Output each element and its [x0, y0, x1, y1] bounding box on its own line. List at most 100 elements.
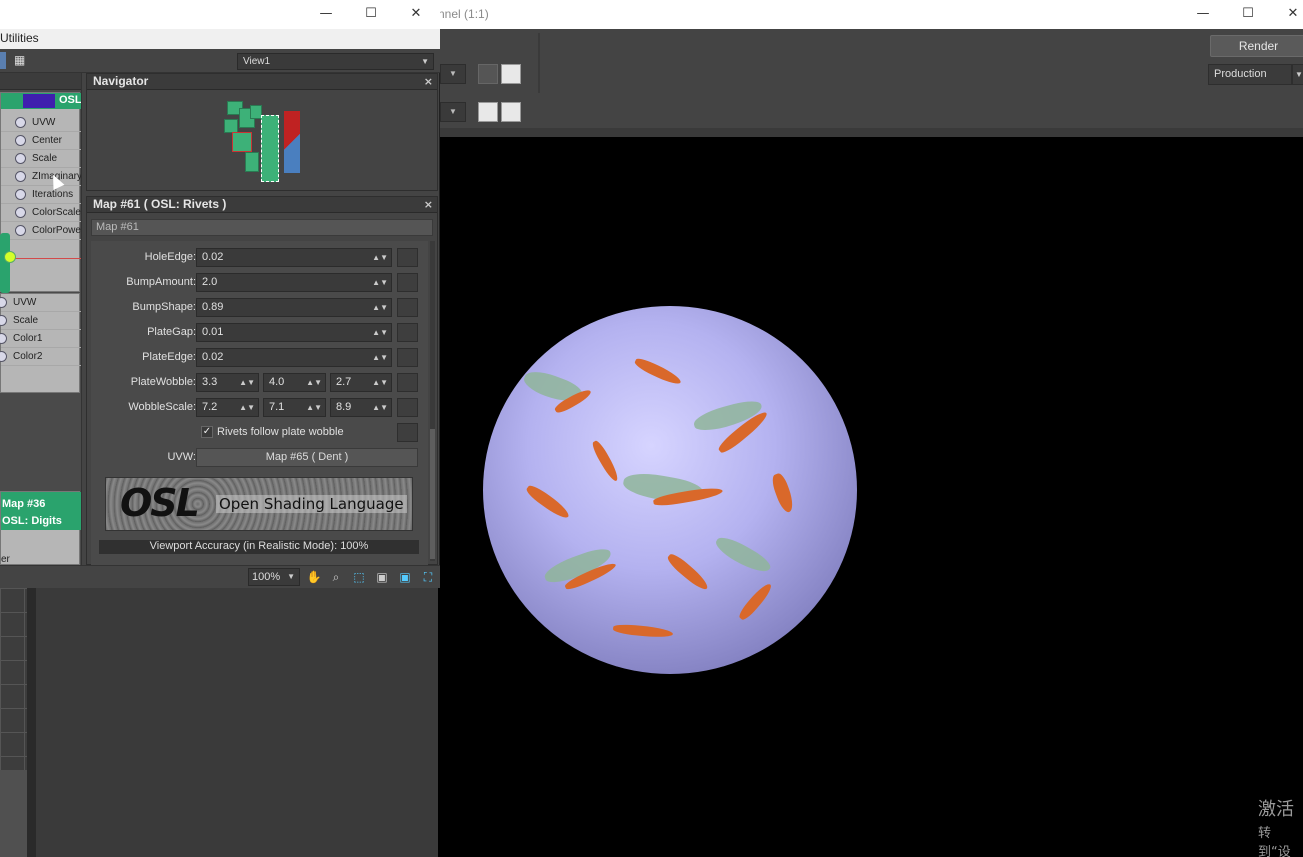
close-icon[interactable]: ×: [424, 197, 433, 212]
spinner-arrows-icon[interactable]: ▲▼: [372, 249, 388, 266]
platewobble-map-button[interactable]: [397, 373, 418, 392]
spinner-arrows-icon[interactable]: ▲▼: [306, 374, 322, 391]
spinner-arrows-icon[interactable]: ▲▼: [239, 374, 255, 391]
port-socket-icon[interactable]: [15, 153, 26, 164]
bumpamount-spinner[interactable]: 2.0 ▲▼: [196, 273, 392, 292]
port-socket-icon[interactable]: [15, 117, 26, 128]
plateedge-map-button[interactable]: [397, 348, 418, 367]
minimize-icon[interactable]: —: [1193, 4, 1213, 24]
node-view[interactable]: OSL UVW Center Scale ZImaginary Iteratio…: [0, 73, 82, 565]
wobblescale-y-spinner[interactable]: 7.1 ▲▼: [263, 398, 326, 417]
zoom-region-icon[interactable]: ⬚: [350, 568, 368, 586]
zoom-extents-icon[interactable]: ▣: [373, 568, 391, 586]
port-label: Scale: [13, 315, 39, 326]
zoom-magnifier-icon[interactable]: ⌕: [327, 568, 345, 586]
wobblescale-z-spinner[interactable]: 8.9 ▲▼: [330, 398, 392, 417]
viewport-grid: [0, 588, 27, 770]
render-button[interactable]: Render: [1210, 35, 1303, 57]
node-port-row[interactable]: ZImaginary: [1, 168, 81, 186]
chevron-down-icon[interactable]: ▼: [1292, 64, 1303, 85]
port-socket-icon[interactable]: [0, 315, 7, 326]
node-port-row[interactable]: Color1: [0, 330, 81, 348]
rivets-follow-checkbox[interactable]: ✓: [201, 426, 213, 438]
port-socket-icon[interactable]: [15, 225, 26, 236]
zoom-extents-selected-icon[interactable]: ▣: [396, 568, 414, 586]
node-port-row[interactable]: Scale: [0, 312, 81, 330]
port-socket-icon[interactable]: [0, 297, 7, 308]
spinner-arrows-icon[interactable]: ▲▼: [372, 374, 388, 391]
navigator-panel[interactable]: Navigator ×: [86, 73, 438, 191]
port-socket-icon[interactable]: [0, 351, 7, 362]
platewobble-z-spinner[interactable]: 2.7 ▲▼: [330, 373, 392, 392]
spinner-arrows-icon[interactable]: ▲▼: [306, 399, 322, 416]
view-select[interactable]: View1 ▼: [237, 53, 434, 70]
map-node[interactable]: UVW Scale Color1 Color2: [0, 293, 81, 393]
bumpshape-map-button[interactable]: [397, 298, 418, 317]
bumpshape-spinner[interactable]: 0.89 ▲▼: [196, 298, 392, 317]
area-dropdown-arrow[interactable]: ▼: [440, 64, 466, 84]
maximize-icon[interactable]: ☐: [361, 4, 381, 24]
port-socket-icon[interactable]: [15, 171, 26, 182]
bumpamount-map-button[interactable]: [397, 273, 418, 292]
minimize-icon[interactable]: —: [316, 4, 336, 24]
node-preview-swatch: [23, 94, 55, 108]
pan-hand-icon[interactable]: ✋: [305, 568, 323, 586]
node-subtitle: OSL: Digits: [2, 515, 62, 527]
display-icon[interactable]: [478, 102, 498, 122]
param-row-wobblescale: WobbleScale: 7.2 ▲▼ 7.1 ▲▼ 8.9 ▲▼: [91, 398, 428, 418]
close-icon[interactable]: ×: [424, 74, 433, 89]
node-port-row[interactable]: Scale: [1, 150, 81, 168]
map-node[interactable]: Map #36 OSL: Digits er: [0, 491, 81, 565]
menu-utilities[interactable]: Utilities: [0, 31, 39, 45]
wobblescale-map-button[interactable]: [397, 398, 418, 417]
holeedge-map-button[interactable]: [397, 248, 418, 267]
param-label: PlateEdge:: [142, 351, 196, 363]
close-icon[interactable]: ✕: [1283, 4, 1303, 24]
node-port-row[interactable]: ColorPower: [1, 222, 81, 240]
node-port-row[interactable]: Color2: [0, 348, 81, 366]
chevron-down-icon: ▼: [287, 572, 295, 581]
spinner-arrows-icon[interactable]: ▲▼: [372, 274, 388, 291]
view-image-icon[interactable]: [501, 102, 521, 122]
param-label: PlateWobble:: [130, 376, 196, 388]
port-socket-icon[interactable]: [0, 333, 7, 344]
map-name-field[interactable]: Map #61: [91, 219, 433, 236]
holeedge-spinner[interactable]: 0.02 ▲▼: [196, 248, 392, 267]
node-port-row[interactable]: Iterations: [1, 186, 81, 204]
platewobble-x-spinner[interactable]: 3.3 ▲▼: [196, 373, 259, 392]
node-port-row[interactable]: UVW: [1, 114, 81, 132]
navigator-viewport-frame[interactable]: [261, 115, 279, 182]
toolbar-button-active[interactable]: [0, 52, 6, 69]
plategap-map-button[interactable]: [397, 323, 418, 342]
parameter-panel-title: Map #61 ( OSL: Rivets ) ×: [87, 197, 437, 213]
spinner-arrows-icon[interactable]: ▲▼: [372, 399, 388, 416]
node-port-row[interactable]: UVW: [0, 294, 81, 312]
close-icon[interactable]: ✕: [406, 4, 426, 24]
node-port-row[interactable]: ColorScale: [1, 204, 81, 222]
port-socket-icon[interactable]: [15, 135, 26, 146]
port-socket-icon[interactable]: [15, 207, 26, 218]
spinner-arrows-icon[interactable]: ▲▼: [372, 324, 388, 341]
channel-dropdown-arrow[interactable]: ▼: [440, 102, 466, 122]
uvw-map-button[interactable]: Map #65 ( Dent ): [196, 448, 418, 467]
checkbox-label[interactable]: Rivets follow plate wobble: [217, 426, 344, 438]
plateedge-spinner[interactable]: 0.02 ▲▼: [196, 348, 392, 367]
checker-icon[interactable]: ▦: [14, 53, 29, 68]
spinner-arrows-icon[interactable]: ▲▼: [239, 399, 255, 416]
zoom-select[interactable]: 100% ▼: [248, 568, 300, 586]
render-setup-icon[interactable]: [478, 64, 498, 84]
maximize-icon[interactable]: ☐: [1238, 4, 1258, 24]
pan-to-selected-icon[interactable]: ⛶: [419, 568, 437, 586]
plategap-spinner[interactable]: 0.01 ▲▼: [196, 323, 392, 342]
environment-icon[interactable]: [501, 64, 521, 84]
wobblescale-x-spinner[interactable]: 7.2 ▲▼: [196, 398, 259, 417]
node-port-row[interactable]: Center: [1, 132, 81, 150]
rivets-follow-map-button[interactable]: [397, 423, 418, 442]
spinner-arrows-icon[interactable]: ▲▼: [372, 349, 388, 366]
platewobble-y-spinner[interactable]: 4.0 ▲▼: [263, 373, 326, 392]
render-preset-select[interactable]: Production: [1208, 64, 1292, 85]
output-socket-icon[interactable]: [4, 251, 16, 263]
port-socket-icon[interactable]: [15, 189, 26, 200]
spinner-arrows-icon[interactable]: ▲▼: [372, 299, 388, 316]
parameter-scrollbar-thumb[interactable]: [430, 429, 435, 559]
